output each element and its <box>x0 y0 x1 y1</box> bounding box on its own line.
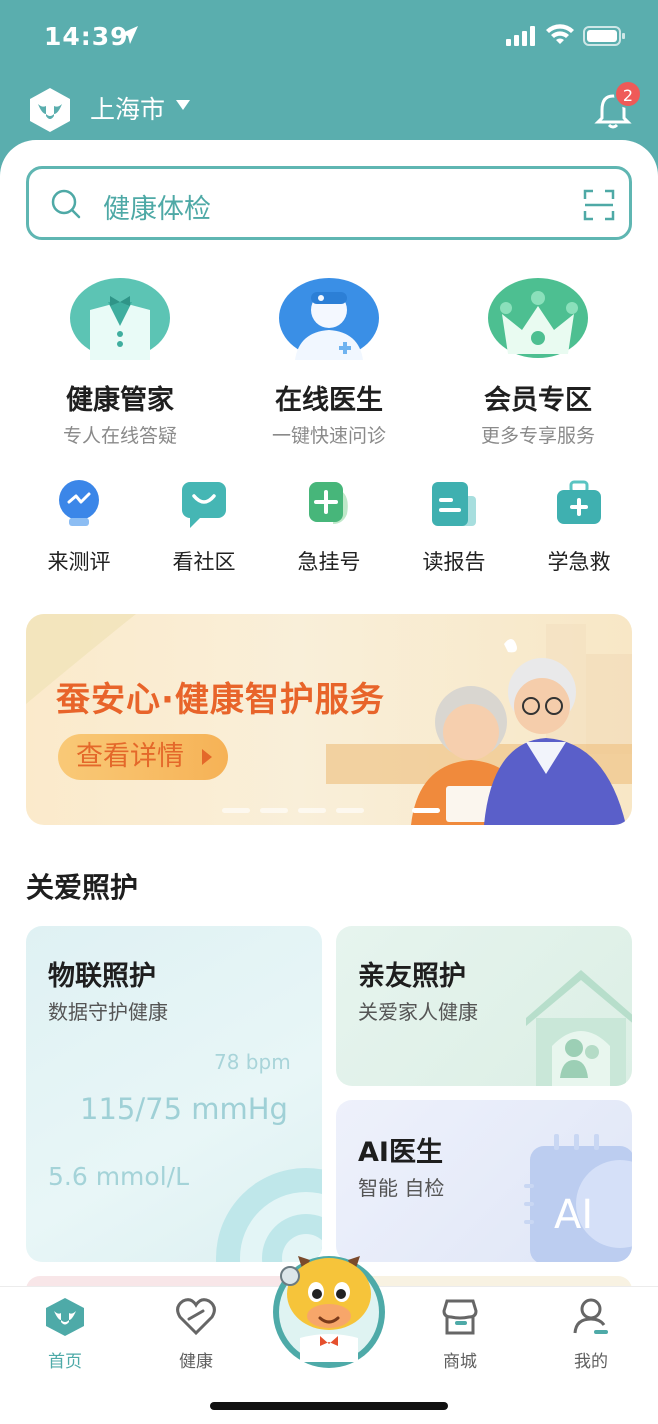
pagination-dot[interactable] <box>260 808 288 813</box>
crown-icon <box>488 278 588 358</box>
app-logo-icon <box>30 88 70 132</box>
pagination-dot[interactable] <box>222 808 250 813</box>
card-subtitle: 智能 自检 <box>358 1176 445 1200</box>
tab-label: 健康 <box>179 1352 213 1372</box>
pagination-dot[interactable] <box>298 808 326 813</box>
scan-icon[interactable] <box>583 189 615 221</box>
city-selector[interactable]: 上海市 <box>90 90 165 126</box>
status-time: 14:39 <box>44 22 129 51</box>
quick-action-label: 读报告 <box>422 550 486 574</box>
card-subtitle: 关爱家人健康 <box>358 1000 478 1024</box>
chat-icon <box>182 482 226 528</box>
feature-title: 健康管家 <box>66 385 174 416</box>
blood-pressure-value: 115/75 mmHg <box>80 1092 288 1126</box>
cellular-signal-icon <box>506 26 535 46</box>
wifi-icon <box>546 24 574 44</box>
battery-icon <box>583 26 625 46</box>
feature-title: 在线医生 <box>275 385 383 416</box>
tab-mall[interactable]: 商城 <box>415 1297 505 1372</box>
card-title: 亲友照护 <box>358 961 466 992</box>
quick-action-report[interactable]: 读报告 <box>399 478 509 576</box>
quick-action-label: 学急救 <box>547 550 611 574</box>
banner-title: 蚕安心·健康智护服务 <box>56 680 385 720</box>
search-input[interactable]: 健康体检 <box>103 187 211 226</box>
banner-pagination <box>222 808 462 814</box>
heart-link-icon <box>176 1298 216 1336</box>
notification-badge: 2 <box>614 80 642 108</box>
location-arrow-icon <box>120 26 138 44</box>
card-subtitle: 数据守护健康 <box>48 1000 168 1024</box>
doctor-icon <box>279 278 379 360</box>
section-title: 关爱照护 <box>26 871 139 904</box>
feature-member-zone[interactable]: 会员专区 更多专享服务 <box>448 276 628 448</box>
banner-view-details-button[interactable]: 查看详情 <box>58 734 228 780</box>
house-icon <box>526 970 632 1086</box>
tab-health[interactable]: 健康 <box>151 1297 241 1372</box>
register-icon <box>309 482 348 524</box>
tab-profile[interactable]: 我的 <box>546 1297 636 1372</box>
card-title: AI医生 <box>358 1137 443 1168</box>
pagination-dot-active[interactable] <box>412 808 440 813</box>
feature-subtitle: 一键快速问诊 <box>271 425 386 447</box>
feature-title: 会员专区 <box>484 385 592 416</box>
card-iot-care[interactable]: 物联照护 数据守护健康 78 bpm 115/75 mmHg 5.6 mmol/… <box>26 926 322 1262</box>
status-bar: 14:39 <box>0 0 658 72</box>
ai-art-text: AI <box>554 1192 593 1238</box>
bulb-icon <box>59 480 99 526</box>
feature-health-butler[interactable]: 健康管家 专人在线答疑 <box>30 276 210 448</box>
home-indicator <box>210 1402 448 1410</box>
quick-action-label: 来测评 <box>47 550 111 574</box>
report-icon <box>432 482 476 526</box>
store-icon <box>442 1299 478 1335</box>
first-aid-icon <box>557 480 601 524</box>
tab-label: 我的 <box>574 1352 608 1372</box>
banner-button-label: 查看详情 <box>76 741 184 772</box>
tab-label: 商城 <box>443 1352 477 1372</box>
ai-calendar-icon: AI <box>524 1134 632 1262</box>
feature-online-doctor[interactable]: 在线医生 一键快速问诊 <box>239 276 419 448</box>
quick-action-register[interactable]: 急挂号 <box>274 478 384 576</box>
butler-icon <box>70 278 170 360</box>
quick-action-community[interactable]: 看社区 <box>149 478 259 576</box>
location-bar: 上海市 2 <box>0 80 658 136</box>
card-title: 物联照护 <box>48 961 156 992</box>
quick-action-first-aid[interactable]: 学急救 <box>524 478 634 576</box>
glucose-value: 5.6 mmol/L <box>48 1162 190 1191</box>
promo-banner[interactable]: 蚕安心·健康智护服务 查看详情 <box>26 614 632 825</box>
quick-action-assessment[interactable]: 来测评 <box>24 478 134 576</box>
home-logo-icon <box>46 1298 84 1336</box>
pagination-dot[interactable] <box>336 808 364 813</box>
feature-subtitle: 更多专享服务 <box>480 425 595 447</box>
caret-right-icon <box>202 749 212 765</box>
tab-home[interactable]: 首页 <box>20 1297 110 1372</box>
heart-rate-value: 78 bpm <box>214 1050 291 1074</box>
user-icon <box>573 1298 608 1334</box>
quick-action-label: 看社区 <box>172 550 236 574</box>
mascot-center-button[interactable] <box>270 1238 388 1370</box>
caret-down-icon[interactable] <box>176 100 190 110</box>
search-icon <box>51 189 81 219</box>
feature-subtitle: 专人在线答疑 <box>62 425 177 447</box>
quick-action-label: 急挂号 <box>297 550 361 574</box>
card-family-care[interactable]: 亲友照护 关爱家人健康 <box>336 926 632 1086</box>
search-bar[interactable]: 健康体检 <box>26 166 632 240</box>
tab-label: 首页 <box>48 1352 82 1372</box>
